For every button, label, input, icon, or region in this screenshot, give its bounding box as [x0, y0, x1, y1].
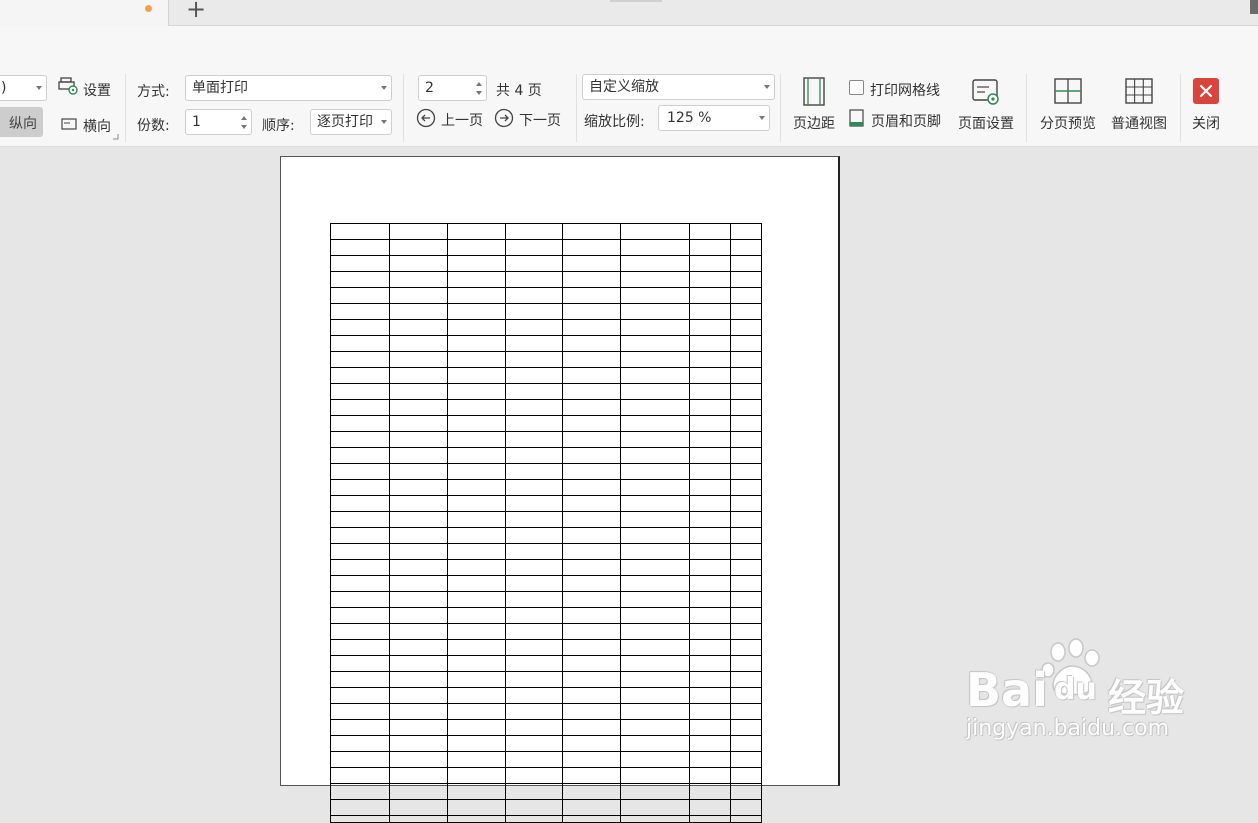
arrow-right-circle-icon: [494, 108, 514, 128]
header-footer-label: 页眉和页脚: [871, 114, 941, 130]
margins-button[interactable]: 页边距: [788, 76, 840, 133]
watermark-url: jingyan.baidu.com: [966, 716, 1170, 741]
paper-size-value: ): [1, 80, 7, 96]
copies-value: 1: [192, 114, 201, 130]
page-setup-label: 页面设置: [958, 116, 1014, 132]
zoom-ratio-value: 125 %: [667, 110, 712, 126]
mode-label: 方式:: [137, 84, 170, 100]
printer-settings-icon: [58, 77, 78, 95]
group-separator: [125, 74, 126, 142]
page-break-preview-icon: [1054, 78, 1082, 104]
print-preview-page: [280, 156, 840, 823]
chevron-down-icon: [759, 116, 765, 120]
close-label: 关闭: [1192, 116, 1220, 132]
margins-label: 页边距: [793, 116, 835, 132]
chevron-down-icon: [764, 85, 770, 89]
window-corner: [1250, 0, 1258, 14]
page-break-preview-label: 分页预览: [1040, 116, 1096, 132]
portrait-button[interactable]: 纵向: [0, 107, 43, 137]
total-pages-label: 共 4 页: [496, 83, 542, 99]
next-page-label: 下一页: [519, 113, 561, 129]
print-preview-ribbon: ) 纵向 设置 横向 方式: 单面打印 份数: 1 顺序: 逐页打印 2 共 4…: [0, 26, 1258, 147]
watermark-suffix: 经验: [1108, 676, 1185, 720]
stepper-up-icon[interactable]: [476, 82, 482, 86]
settings-button[interactable]: 设置: [83, 80, 111, 100]
stepper-down-icon[interactable]: [476, 91, 482, 95]
page-margins-icon: [803, 77, 825, 106]
zoom-mode-value: 自定义缩放: [589, 79, 659, 95]
print-order-value: 逐页打印: [317, 114, 373, 130]
page-break-preview-button[interactable]: 分页预览: [1036, 77, 1100, 133]
watermark-brand-paw: du: [1054, 672, 1097, 707]
normal-view-grid-icon: [1125, 78, 1153, 104]
zoom-ratio-label: 缩放比例:: [584, 114, 645, 130]
landscape-button[interactable]: 横向: [83, 116, 111, 136]
print-gridlines-checkbox[interactable]: 打印网格线: [848, 78, 948, 100]
group-separator: [403, 74, 404, 142]
unsaved-dot-icon: [145, 5, 152, 12]
checkbox-box: [849, 80, 864, 95]
stepper-up-icon[interactable]: [241, 116, 247, 120]
spreadsheet-gridlines: [330, 223, 762, 823]
header-footer-button[interactable]: 页眉和页脚: [848, 108, 948, 130]
chevron-down-icon: [381, 86, 387, 90]
page-number-value: 2: [425, 80, 434, 96]
prev-page-label: 上一页: [441, 113, 483, 129]
tab-strip: +: [0, 0, 1258, 26]
document-tab[interactable]: [0, 0, 169, 26]
group-separator: [1180, 74, 1181, 142]
print-gridlines-label: 打印网格线: [870, 83, 940, 99]
print-order-dropdown[interactable]: 逐页打印: [310, 109, 392, 135]
landscape-icon: [61, 118, 77, 130]
stepper-down-icon[interactable]: [241, 125, 247, 129]
close-icon: [1193, 78, 1219, 104]
zoom-mode-dropdown[interactable]: 自定义缩放: [582, 74, 775, 100]
page-setup-icon: [972, 79, 999, 105]
page-setup-button[interactable]: 页面设置: [954, 77, 1018, 133]
prev-page-button[interactable]: 上一页: [416, 107, 486, 131]
next-page-button[interactable]: 下一页: [494, 107, 566, 131]
header-footer-icon: [849, 109, 864, 127]
group-separator: [1026, 74, 1027, 142]
watermark-brand: Bai: [966, 663, 1048, 717]
zoom-ratio-dropdown[interactable]: 125 %: [658, 105, 770, 131]
print-mode-dropdown[interactable]: 单面打印: [185, 75, 392, 101]
drag-handle: [610, 0, 662, 2]
dialog-launcher-icon[interactable]: [113, 134, 119, 140]
close-preview-button[interactable]: 关闭: [1186, 77, 1226, 133]
group-separator: [780, 74, 781, 142]
print-mode-value: 单面打印: [192, 80, 248, 96]
group-separator: [576, 74, 577, 142]
normal-view-label: 普通视图: [1111, 116, 1167, 132]
copies-stepper[interactable]: 1: [185, 109, 252, 135]
new-tab-button[interactable]: +: [186, 0, 206, 22]
page-number-stepper[interactable]: 2: [418, 75, 487, 101]
normal-view-button[interactable]: 普通视图: [1107, 77, 1171, 133]
paper-size-dropdown[interactable]: ): [0, 75, 47, 101]
arrow-left-circle-icon: [416, 108, 436, 128]
chevron-down-icon: [381, 120, 387, 124]
order-label: 顺序:: [262, 118, 295, 134]
copies-label: 份数:: [137, 118, 170, 134]
chevron-down-icon: [36, 86, 42, 90]
portrait-label: 纵向: [9, 116, 37, 132]
